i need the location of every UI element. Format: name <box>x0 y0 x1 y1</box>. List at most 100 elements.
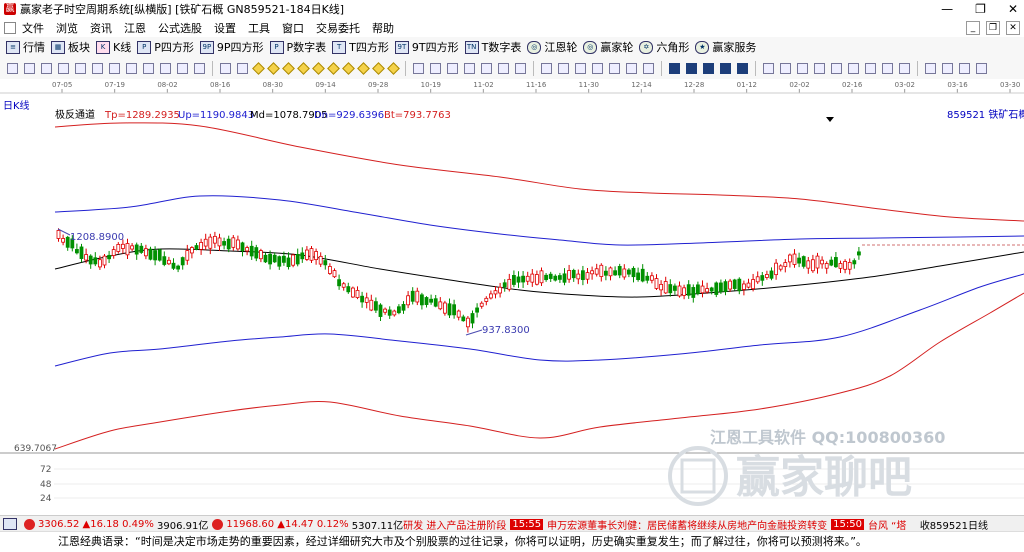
candle-down <box>263 254 268 263</box>
toolbar-p-square-button[interactable]: P P四方形 <box>137 39 194 55</box>
drawing-tool-icon[interactable] <box>592 62 603 74</box>
drawing-tool-icon[interactable] <box>297 61 310 75</box>
menu-window[interactable]: 窗口 <box>276 20 310 36</box>
news-item[interactable]: 研发 进入产品注册阶段 <box>403 517 506 532</box>
toolbar-gann-wheel-button[interactable]: ◎ 江恩轮 <box>527 39 577 55</box>
toolbar-hexagon-button[interactable]: ✡ 六角形 <box>639 39 689 55</box>
menu-file[interactable]: 文件 <box>16 20 50 36</box>
drawing-tool-icon[interactable] <box>669 62 680 74</box>
drawing-tool-icon[interactable] <box>126 62 137 74</box>
menu-trade[interactable]: 交易委托 <box>310 20 366 36</box>
drawing-tool-icon[interactable] <box>882 62 893 74</box>
drawing-tool-icon[interactable] <box>177 62 188 74</box>
drawing-tool-icon[interactable] <box>942 62 953 74</box>
sh-index-value[interactable]: 3306.52 <box>38 519 79 530</box>
drawing-tool-icon[interactable] <box>609 62 620 74</box>
news-item[interactable]: 申万宏源董事长刘健：居民储蓄将继续从房地产向金融投资转变 <box>547 517 827 532</box>
sz-index-value[interactable]: 11968.60 <box>226 519 274 530</box>
menu-settings[interactable]: 设置 <box>208 20 242 36</box>
drawing-tool-icon[interactable] <box>342 61 355 75</box>
menu-tools[interactable]: 工具 <box>242 20 276 36</box>
drawing-tool-icon[interactable] <box>220 62 231 74</box>
toolbar-service-button[interactable]: ★ 赢家服务 <box>695 39 756 55</box>
menu-app-icon[interactable] <box>4 21 16 34</box>
drawing-tool-icon[interactable] <box>109 62 120 74</box>
drawing-tool-icon[interactable] <box>357 61 370 75</box>
menu-gann[interactable]: 江恩 <box>118 20 152 36</box>
drawing-tool-icon[interactable] <box>160 62 171 74</box>
dn-value: Dn=929.6396 <box>314 110 384 121</box>
status-tail: 收859521日线 <box>919 520 988 532</box>
drawing-tool-icon[interactable] <box>797 62 808 74</box>
drawing-tool-icon[interactable] <box>814 62 825 74</box>
toolbar-t-table-button[interactable]: TN T数字表 <box>464 39 521 55</box>
candle-down <box>295 254 300 265</box>
toolbar-sector-button[interactable]: ▦ 板块 <box>51 39 90 55</box>
drawing-tool-icon[interactable] <box>763 62 774 74</box>
drawing-tool-icon[interactable] <box>780 62 791 74</box>
toolbar-t-square-button[interactable]: T T四方形 <box>332 39 389 55</box>
menu-browse[interactable]: 浏览 <box>50 20 84 36</box>
menu-help[interactable]: 帮助 <box>366 20 400 36</box>
drawing-tool-icon[interactable] <box>372 61 385 75</box>
candle-up <box>121 243 125 249</box>
maximize-button[interactable]: ❐ <box>975 2 986 16</box>
drawing-tool-icon[interactable] <box>327 61 340 75</box>
toolbar-winner-wheel-button[interactable]: ◎ 赢家轮 <box>583 39 633 55</box>
drawing-tool-icon[interactable] <box>92 62 103 74</box>
menu-info[interactable]: 资讯 <box>84 20 118 36</box>
drawing-tool-icon[interactable] <box>925 62 936 74</box>
drawing-tool-icon[interactable] <box>282 61 295 75</box>
drawing-tool-icon[interactable] <box>194 62 205 74</box>
drawing-tool-icon[interactable] <box>831 62 842 74</box>
minimize-button[interactable]: — <box>941 2 953 16</box>
drawing-tool-icon[interactable] <box>413 62 424 74</box>
toolbar-p-table-button[interactable]: P P数字表 <box>269 39 326 55</box>
drawing-tool-icon[interactable] <box>515 62 526 74</box>
drawing-tool-icon[interactable] <box>481 62 492 74</box>
child-close-button[interactable]: ✕ <box>1006 21 1020 35</box>
date-tick-label: 08-02 <box>157 81 177 89</box>
drawing-tool-icon[interactable] <box>447 62 458 74</box>
news-item[interactable]: 台风 “塔 <box>868 517 906 532</box>
drawing-tool-icon[interactable] <box>558 62 569 74</box>
drawing-tool-icon[interactable] <box>7 62 18 74</box>
drawing-tool-icon[interactable] <box>686 62 697 74</box>
candle-up <box>783 262 788 268</box>
drawing-tool-icon[interactable] <box>237 62 248 74</box>
drawing-tool-icon[interactable] <box>626 62 637 74</box>
grid-icon[interactable] <box>3 518 17 530</box>
drawing-tool-icon[interactable] <box>464 62 475 74</box>
drawing-tool-icon[interactable] <box>143 62 154 74</box>
toolbar-9t-square-button[interactable]: 9T 9T四方形 <box>394 39 459 55</box>
drawing-tool-icon[interactable] <box>58 62 69 74</box>
drawing-tool-icon[interactable] <box>976 62 987 74</box>
drawing-tool-icon[interactable] <box>75 62 86 74</box>
candle-down <box>157 249 162 261</box>
toolbar-quotes-button[interactable]: ≡ 行情 <box>6 39 45 55</box>
drawing-tool-icon[interactable] <box>498 62 509 74</box>
drawing-tool-icon[interactable] <box>899 62 910 74</box>
drawing-tool-icon[interactable] <box>387 61 400 75</box>
toolbar-9p-square-button[interactable]: 9P 9P四方形 <box>199 39 264 55</box>
drawing-tool-icon[interactable] <box>703 62 714 74</box>
menu-formula[interactable]: 公式选股 <box>152 20 208 36</box>
toolbar-kline-button[interactable]: K K线 <box>96 39 131 55</box>
drawing-tool-icon[interactable] <box>737 62 748 74</box>
drawing-tool-icon[interactable] <box>959 62 970 74</box>
drawing-tool-icon[interactable] <box>312 61 325 75</box>
drawing-tool-icon[interactable] <box>252 61 265 75</box>
drawing-tool-icon[interactable] <box>865 62 876 74</box>
child-restore-button[interactable]: ❐ <box>986 21 1000 35</box>
drawing-tool-icon[interactable] <box>41 62 52 74</box>
drawing-tool-icon[interactable] <box>24 62 35 74</box>
drawing-tool-icon[interactable] <box>643 62 654 74</box>
drawing-tool-icon[interactable] <box>541 62 552 74</box>
drawing-tool-icon[interactable] <box>575 62 586 74</box>
drawing-tool-icon[interactable] <box>720 62 731 74</box>
drawing-tool-icon[interactable] <box>430 62 441 74</box>
close-button[interactable]: ✕ <box>1008 2 1018 16</box>
drawing-tool-icon[interactable] <box>267 61 280 75</box>
drawing-tool-icon[interactable] <box>848 62 859 74</box>
child-minimize-button[interactable]: _ <box>966 21 980 35</box>
